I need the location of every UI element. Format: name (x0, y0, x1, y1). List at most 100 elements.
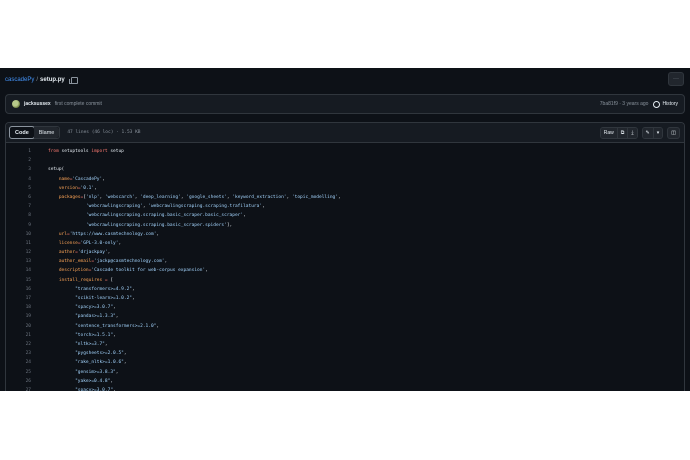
code-token: , (113, 332, 116, 338)
line-number[interactable]: 12 (6, 248, 48, 257)
commit-message-link[interactable]: first complete commit (55, 101, 102, 107)
line-number[interactable]: 20 (6, 322, 48, 331)
download-icon[interactable]: ⤓ (627, 128, 637, 138)
code-area[interactable]: 1 from setuptools import setup 2 3 setup(4 n… (6, 143, 684, 391)
code-line: 5 version='0.1', (6, 184, 684, 193)
code-token: , (205, 268, 208, 274)
code-line: 19 "pandas>=1.3.3", (6, 312, 684, 321)
code-line: 12 author='drjackpay', (6, 248, 684, 257)
code-token: "pygsheets>=2.0.5" (75, 351, 124, 357)
line-number[interactable]: 21 (6, 331, 48, 340)
code-token: , (164, 259, 168, 265)
line-number[interactable]: 11 (6, 239, 48, 248)
code-token: , (107, 250, 111, 256)
line-number[interactable]: 6 (6, 193, 48, 202)
commit-hash-age[interactable]: 7ba81f9 · 3 years ago (600, 101, 649, 107)
line-number[interactable]: 3 (6, 165, 48, 174)
line-number[interactable]: 2 (6, 156, 48, 165)
more-options-button[interactable]: ··· (668, 72, 684, 86)
code-token: description (58, 268, 89, 274)
code-token: 'jackp@casmtechnology.com' (94, 259, 165, 265)
history-button[interactable]: History (653, 100, 678, 108)
code-text: 'webcrawlingscraping', 'webcrawlingscrap… (48, 202, 265, 211)
line-number[interactable]: 16 (6, 285, 48, 294)
line-number[interactable]: 17 (6, 294, 48, 303)
code-line: 2 (6, 156, 684, 165)
line-number[interactable]: 5 (6, 184, 48, 193)
line-number[interactable]: 27 (6, 386, 48, 391)
code-token: name (58, 176, 70, 182)
raw-button[interactable]: Raw (600, 128, 617, 138)
code-token: 'nlp' (85, 194, 100, 200)
code-token: , (94, 185, 97, 191)
code-line: 9 'webcrawlingscraping.scraping.basic_sc… (6, 221, 684, 230)
latest-commit-bar: jacksussex first complete commit 7ba81f9… (5, 94, 685, 114)
line-number[interactable]: 24 (6, 358, 48, 367)
code-token: , (123, 360, 127, 366)
code-line: 26 "yake>=0.4.8", (6, 377, 684, 386)
tab-code[interactable]: Code (9, 126, 35, 139)
edit-pencil-icon[interactable]: ✎ (642, 128, 653, 138)
code-line: 18 "spacy>=3.0.7", (6, 303, 684, 312)
code-line: 17 "scikit-learn>=1.0.2", (6, 294, 684, 303)
symbols-panel-icon[interactable]: ◫ (667, 127, 680, 139)
line-number[interactable]: 22 (6, 340, 48, 349)
code-token: 'drjackpay' (77, 250, 108, 256)
line-number[interactable]: 7 (6, 202, 48, 211)
code-line: 11 license='GPL-3.0-only', (6, 239, 684, 248)
code-token: 'google_sheets' (186, 194, 227, 200)
code-token: , (102, 176, 105, 182)
code-token: "torch>=1.5.1" (75, 332, 114, 338)
code-token: setup( (48, 167, 65, 173)
line-number[interactable]: 10 (6, 230, 48, 239)
code-token: url (58, 231, 67, 237)
line-number[interactable]: 13 (6, 257, 48, 266)
line-number[interactable]: 26 (6, 377, 48, 386)
line-number[interactable]: 8 (6, 211, 48, 220)
copy-path-icon[interactable] (68, 76, 78, 84)
breadcrumb-file-name: setup.py (40, 77, 65, 83)
code-token: setup (107, 149, 124, 154)
copy-raw-icon[interactable]: ⧉ (616, 128, 628, 138)
breadcrumb-repo-link[interactable]: cascadePy (5, 77, 34, 83)
line-number[interactable]: 9 (6, 221, 48, 230)
code-token: , (113, 305, 116, 311)
line-number[interactable]: 23 (6, 349, 48, 358)
code-line: 7 'webcrawlingscraping', 'webcrawlingscr… (6, 202, 684, 211)
line-number[interactable]: 14 (6, 266, 48, 275)
line-number[interactable]: 18 (6, 303, 48, 312)
line-number[interactable]: 19 (6, 312, 48, 321)
code-text: description='Cascade toolkit for web-cor… (48, 266, 208, 275)
tab-blame[interactable]: Blame (33, 127, 60, 138)
edit-dropdown-chevron-icon[interactable]: ▾ (652, 128, 663, 138)
commit-author-link[interactable]: jacksussex (24, 101, 51, 107)
avatar[interactable] (12, 100, 20, 108)
code-text: url='https://www.casmtechnology.com', (48, 230, 159, 239)
edit-actions-group: ✎ ▾ (641, 127, 664, 139)
view-mode-toggle: Code Blame (9, 126, 61, 139)
code-line: 6 packages=['nlp', 'webscarch', 'deep_le… (6, 193, 684, 202)
code-token: author_email (58, 259, 92, 265)
line-number[interactable]: 25 (6, 368, 48, 377)
file-info: 47 lines (46 loc) · 1.53 KB (67, 130, 141, 135)
line-number[interactable]: 15 (6, 276, 48, 285)
code-token: 'deep_learning' (140, 194, 181, 200)
line-number[interactable]: 1 (6, 147, 48, 156)
line-number[interactable]: 4 (6, 175, 48, 184)
code-line: 16 "transformers>=4.9.2", (6, 285, 684, 294)
code-token: '0.1' (80, 185, 95, 191)
breadcrumb: cascadePy / setup.py (5, 74, 78, 86)
code-text: license='GPL-3.0-only', (48, 239, 121, 248)
